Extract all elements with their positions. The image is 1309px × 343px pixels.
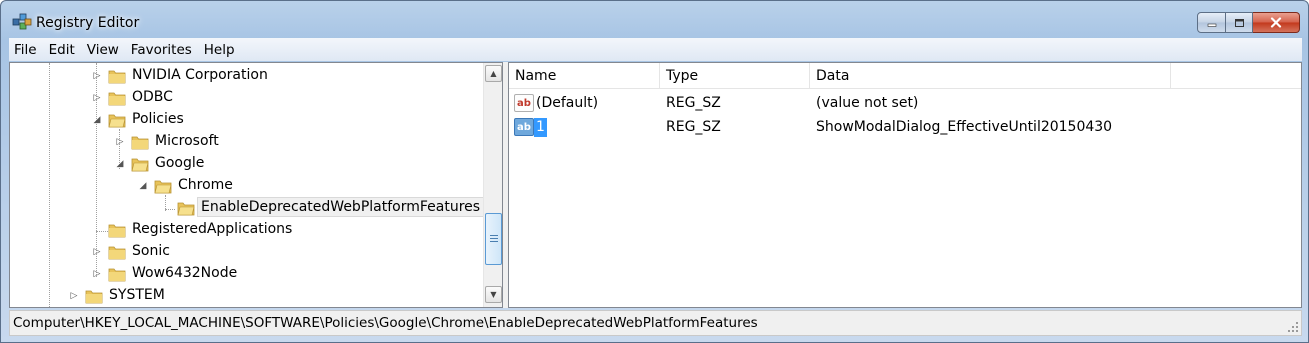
tree-item-google[interactable]: ◢ Google [10, 153, 480, 175]
folder-open-icon [131, 158, 149, 172]
value-data: (value not set) [816, 95, 919, 111]
expand-arrow-icon[interactable]: ▷ [92, 93, 102, 103]
maximize-button[interactable] [1226, 12, 1253, 33]
tree-vertical-scrollbar[interactable]: ▲ ▼ [483, 63, 502, 307]
collapse-arrow-icon[interactable]: ◢ [138, 181, 148, 191]
grip-line [490, 235, 498, 236]
value-data: ShowModalDialog_EffectiveUntil20150430 [816, 119, 1113, 135]
expand-arrow-icon[interactable]: ▷ [92, 247, 102, 257]
expand-arrow-icon[interactable]: ▷ [92, 269, 102, 279]
string-value-icon: ab [514, 118, 534, 136]
rename-edit-box[interactable]: 1 [534, 117, 547, 137]
collapse-arrow-icon[interactable]: ◢ [115, 159, 125, 169]
tree-item-label: RegisteredApplications [132, 221, 293, 237]
menu-help[interactable]: Help [198, 42, 241, 58]
menu-file[interactable]: File [9, 42, 43, 58]
folder-icon [131, 136, 149, 150]
tree-item-label: Chrome [178, 177, 233, 193]
grip-line [490, 241, 498, 242]
tree-item-policies[interactable]: ◢ Policies [10, 109, 480, 131]
scroll-down-arrow-icon: ▼ [490, 290, 497, 299]
key-tree-pane: ▷ NVIDIA Corporation ▷ ODBC ◢ Policies ▷… [9, 62, 503, 308]
tree-item-enable-deprecated-web-platform-features[interactable]: EnableDeprecatedWebPlatformFeatures [10, 197, 485, 219]
grip-line [490, 238, 498, 239]
tree-item-label: EnableDeprecatedWebPlatformFeatures [197, 197, 485, 217]
value-name: (Default) [536, 95, 599, 111]
menu-bar: File Edit View Favorites Help [9, 38, 1302, 61]
title-bar[interactable]: Registry Editor [1, 1, 1308, 37]
registry-editor-window: Registry Editor File Edit View Favorites… [0, 0, 1309, 343]
status-path: Computer\HKEY_LOCAL_MACHINE\SOFTWARE\Pol… [13, 315, 758, 331]
restore-icon [1234, 18, 1244, 27]
resize-grip-icon[interactable] [1287, 321, 1299, 333]
expand-arrow-icon[interactable]: ▷ [69, 291, 79, 301]
pane-area: ▷ NVIDIA Corporation ▷ ODBC ◢ Policies ▷… [9, 62, 1302, 308]
tree-item-label: Sonic [132, 243, 170, 259]
folder-icon [108, 268, 126, 282]
tree-item-label: Google [155, 155, 205, 171]
folder-icon [108, 92, 126, 106]
tree-item-label: NVIDIA Corporation [132, 67, 268, 83]
folder-open-icon [108, 114, 126, 128]
close-icon [1270, 17, 1282, 28]
tree-item-sonic[interactable]: ▷ Sonic [10, 241, 480, 263]
folder-icon [108, 224, 126, 238]
tree-item-label: Wow6432Node [132, 265, 238, 281]
column-header-type[interactable]: Type [660, 63, 810, 89]
menu-edit[interactable]: Edit [43, 42, 81, 58]
window-title: Registry Editor [36, 15, 140, 31]
collapse-arrow-icon[interactable]: ◢ [92, 115, 102, 125]
folder-icon [85, 290, 103, 304]
scroll-thumb[interactable] [485, 213, 502, 265]
value-type: REG_SZ [666, 119, 721, 135]
expand-arrow-icon[interactable]: ▷ [92, 71, 102, 81]
tree-item-registered-applications[interactable]: RegisteredApplications [10, 219, 480, 241]
values-list-pane: Name Type Data ab (Default) REG_SZ (valu… [508, 62, 1302, 308]
tree-item-nvidia-corporation[interactable]: ▷ NVIDIA Corporation [10, 65, 480, 87]
expand-arrow-icon[interactable]: ▷ [115, 137, 125, 147]
folder-open-icon [177, 202, 195, 216]
caption-buttons [1197, 12, 1300, 34]
minimize-button[interactable] [1197, 12, 1226, 33]
folder-icon [108, 246, 126, 260]
menu-favorites[interactable]: Favorites [125, 42, 198, 58]
scroll-down-button[interactable]: ▼ [485, 286, 502, 303]
column-header-name[interactable]: Name [509, 63, 660, 89]
tree-item-wow6432node[interactable]: ▷ Wow6432Node [10, 263, 480, 285]
scroll-up-arrow-icon: ▲ [490, 69, 497, 78]
tree-item-odbc[interactable]: ▷ ODBC [10, 87, 480, 109]
minimize-icon [1207, 23, 1216, 27]
value-name-edit-field[interactable]: 1 [534, 116, 547, 138]
list-header: Name Type Data [509, 63, 1301, 89]
value-type: REG_SZ [666, 95, 721, 111]
tree-item-label: Microsoft [155, 133, 219, 149]
tree-item-label: Policies [132, 111, 184, 127]
column-header-data[interactable]: Data [810, 63, 1171, 89]
menu-view[interactable]: View [81, 42, 125, 58]
list-row-1[interactable]: ab 1 REG_SZ ShowModalDialog_EffectiveUnt… [509, 116, 1301, 138]
registry-editor-icon [12, 13, 32, 30]
string-value-icon: ab [514, 94, 534, 112]
status-bar: Computer\HKEY_LOCAL_MACHINE\SOFTWARE\Pol… [9, 310, 1302, 336]
list-row-default[interactable]: ab (Default) REG_SZ (value not set) [509, 92, 1301, 114]
tree-item-label: SYSTEM [109, 287, 165, 303]
close-button[interactable] [1253, 12, 1300, 33]
tree-item-microsoft[interactable]: ▷ Microsoft [10, 131, 480, 153]
tree-item-system[interactable]: ▷ SYSTEM [10, 285, 480, 307]
scroll-up-button[interactable]: ▲ [485, 65, 502, 82]
tree-item-chrome[interactable]: ◢ Chrome [10, 175, 480, 197]
tree-item-label: ODBC [132, 89, 173, 105]
folder-open-icon [154, 180, 172, 194]
folder-icon [108, 70, 126, 84]
